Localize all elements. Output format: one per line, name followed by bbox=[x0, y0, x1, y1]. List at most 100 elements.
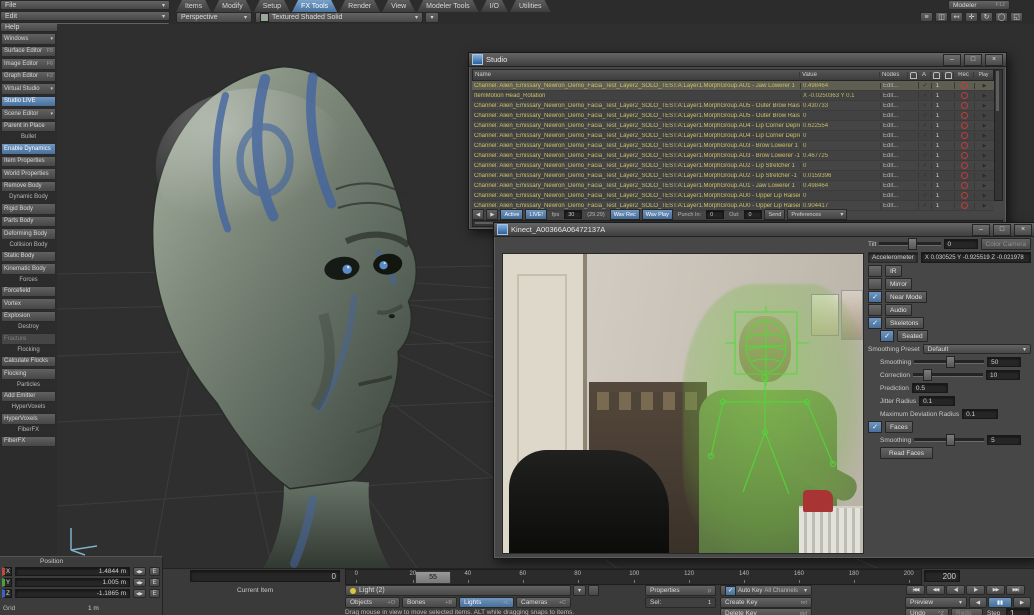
play-cell[interactable]: ▶ bbox=[974, 193, 994, 199]
tab-utilities[interactable]: Utilities bbox=[510, 0, 551, 12]
sidebar-item-explosion[interactable]: Explosion bbox=[1, 311, 56, 323]
active-check-cell[interactable]: ✓ bbox=[918, 192, 931, 199]
column-header-rec[interactable]: Rec bbox=[953, 72, 973, 78]
active-check-cell[interactable]: ✓ bbox=[918, 152, 931, 159]
sidebar-item-enable-dynamics[interactable]: Enable Dynamics bbox=[1, 143, 56, 155]
tab-modify[interactable]: Modify bbox=[213, 0, 252, 12]
checkbox-faces[interactable]: ✓ bbox=[868, 421, 882, 433]
next-frame-button[interactable]: |▶ bbox=[966, 585, 985, 595]
record-cell[interactable] bbox=[954, 162, 974, 169]
mute-icon[interactable] bbox=[942, 72, 953, 79]
sidebar-item-graph-editor[interactable]: Graph EditorF2 bbox=[1, 71, 56, 83]
envelope-button[interactable]: E bbox=[149, 589, 160, 598]
properties-button[interactable]: Properties p bbox=[645, 585, 716, 596]
active-check-cell[interactable]: ✓ bbox=[918, 122, 931, 129]
studio-window[interactable]: Studio – □ × NameValueNodesARecPlay Chan… bbox=[468, 52, 1007, 230]
tilt-value-field[interactable]: 0 bbox=[944, 239, 978, 249]
slider-handle[interactable] bbox=[946, 356, 955, 368]
prediction-field[interactable]: 0.5 bbox=[912, 383, 948, 393]
table-row[interactable]: Channel: Alien_Emissary_Newron_Demo_Faci… bbox=[472, 111, 994, 121]
table-row[interactable]: Channel: Alien_Emissary_Newron_Demo_Faci… bbox=[472, 131, 994, 141]
tab-fx-tools[interactable]: FX Tools bbox=[292, 0, 337, 12]
studio-footer-send[interactable]: Send bbox=[764, 209, 785, 220]
record-cell[interactable] bbox=[954, 112, 974, 119]
checkbox-skeletons[interactable]: ✓ bbox=[868, 317, 882, 329]
studio-footer-item[interactable]: ▶ bbox=[486, 209, 498, 220]
studio-footer-0[interactable]: 0 bbox=[744, 210, 762, 219]
nodes-edit-button[interactable]: Edit... bbox=[880, 183, 908, 189]
lock-icon[interactable] bbox=[907, 72, 917, 79]
edit-menu[interactable]: Edit▾ bbox=[0, 11, 170, 21]
undo-button[interactable]: Undo ^Z bbox=[905, 608, 949, 615]
auto-key-toggle[interactable]: ✓ Auto Key All Channels ▾ bbox=[720, 585, 812, 596]
sidebar-item-forcefield[interactable]: Forcefield bbox=[1, 286, 56, 298]
faces-smoothing-field[interactable]: 5 bbox=[987, 435, 1021, 445]
table-row[interactable]: Channel: Alien_Emissary_Newron_Demo_Faci… bbox=[472, 121, 994, 131]
smoothing-preset-dropdown[interactable]: Default ▾ bbox=[923, 344, 1031, 354]
maximum-deviation-radius-field[interactable]: 0.1 bbox=[962, 409, 998, 419]
start-frame-field[interactable]: 0 bbox=[190, 570, 340, 582]
table-row[interactable]: Channel: Alien_Emissary_Newron_Demo_Faci… bbox=[472, 161, 994, 171]
checkbox-near-mode[interactable]: ✓ bbox=[868, 291, 882, 303]
sidebar-item-surface-editor[interactable]: Surface EditorF5 bbox=[1, 46, 56, 58]
tab-render[interactable]: Render bbox=[339, 0, 380, 12]
nudge-button[interactable]: ◀▶ bbox=[133, 567, 146, 576]
auto-key-checkbox[interactable]: ✓ bbox=[725, 586, 736, 596]
table-row[interactable]: Channel: Alien_Emissary_Newron_Demo_Faci… bbox=[472, 141, 994, 151]
nodes-edit-button[interactable]: Edit... bbox=[880, 113, 908, 119]
studio-footer-wav-play[interactable]: Wav Play bbox=[642, 209, 673, 220]
record-cell[interactable] bbox=[954, 172, 974, 179]
tab-items[interactable]: Items bbox=[176, 0, 211, 12]
studio-footer-0[interactable]: 0 bbox=[706, 210, 724, 219]
play-cell[interactable]: ▶ bbox=[974, 173, 994, 179]
sidebar-item-image-editor[interactable]: Image EditorF6 bbox=[1, 58, 56, 70]
create-key-button[interactable]: Create Key ret bbox=[720, 597, 812, 608]
play-cell[interactable]: ▶ bbox=[974, 153, 994, 159]
studio-footer-active[interactable]: Active bbox=[500, 209, 523, 220]
correction-field[interactable]: 10 bbox=[986, 370, 1020, 380]
modeler-button[interactable]: Modeler F12 bbox=[948, 0, 1010, 10]
table-row[interactable]: Channel: Alien_Emissary_Newron_Demo_Faci… bbox=[472, 191, 994, 201]
play-forward-button[interactable]: ▶ bbox=[1013, 597, 1031, 608]
active-check-cell[interactable]: ✓ bbox=[918, 102, 931, 109]
play-cell[interactable]: ▶ bbox=[974, 143, 994, 149]
play-cell[interactable]: ▶ bbox=[974, 133, 994, 139]
play-cell[interactable]: ▶ bbox=[974, 203, 994, 209]
active-check-cell[interactable]: ✓ bbox=[918, 82, 931, 89]
item-extra-button[interactable] bbox=[588, 585, 599, 596]
table-row[interactable]: Channel: Alien_Emissary_Newron_Demo_Faci… bbox=[472, 171, 994, 181]
active-check-cell[interactable]: ✓ bbox=[918, 172, 931, 179]
tab-modeler-tools[interactable]: Modeler Tools bbox=[417, 0, 478, 12]
active-check-cell[interactable]: ✓ bbox=[918, 112, 931, 119]
record-cell[interactable] bbox=[954, 82, 974, 89]
z-value-field[interactable]: -1.1865 m bbox=[15, 589, 130, 598]
column-header-a[interactable]: A bbox=[917, 72, 930, 78]
nodes-edit-button[interactable]: Edit... bbox=[880, 203, 908, 209]
sidebar-item-static-body[interactable]: Static Body bbox=[1, 251, 56, 263]
table-row[interactable]: ItemMotion Head_RotationX -0.0250363 Y 0… bbox=[472, 91, 994, 101]
split-view-icon[interactable]: ◫ bbox=[935, 12, 948, 22]
studio-footer-wav-rec[interactable]: Wav Rec bbox=[610, 209, 640, 220]
next-key-button[interactable]: ▶▶ bbox=[986, 585, 1005, 595]
kinect-window[interactable]: Kinect_A00366A06472137A – □ × bbox=[493, 222, 1034, 559]
minimize-button[interactable]: – bbox=[943, 54, 961, 66]
fit-view-icon[interactable]: ◱ bbox=[1010, 12, 1023, 22]
prev-key-button[interactable]: ◀◀ bbox=[926, 585, 945, 595]
play-cell[interactable]: ▶ bbox=[974, 83, 994, 89]
record-cell[interactable] bbox=[954, 192, 974, 199]
close-button[interactable]: × bbox=[1014, 224, 1032, 236]
record-cell[interactable] bbox=[954, 122, 974, 129]
table-row[interactable]: Channel: Alien_Emissary_Newron_Demo_Faci… bbox=[472, 151, 994, 161]
solo-icon[interactable] bbox=[930, 72, 942, 79]
nodes-edit-button[interactable]: Edit... bbox=[880, 123, 908, 129]
envelope-button[interactable]: E bbox=[149, 578, 160, 587]
sidebar-item-parts-body[interactable]: Parts Body bbox=[1, 216, 56, 228]
smoothing-slider[interactable] bbox=[914, 360, 984, 364]
active-check-cell[interactable]: ✓ bbox=[918, 182, 931, 189]
move-icon[interactable]: ✛ bbox=[965, 12, 978, 22]
record-cell[interactable] bbox=[954, 102, 974, 109]
checkbox-seated[interactable]: ✓ bbox=[880, 330, 894, 342]
studio-footer-preferences[interactable]: Preferences▾ bbox=[787, 209, 847, 220]
item-type-cameras[interactable]: Cameras+C bbox=[516, 597, 571, 608]
x-value-field[interactable]: 1.4844 m bbox=[15, 567, 130, 576]
